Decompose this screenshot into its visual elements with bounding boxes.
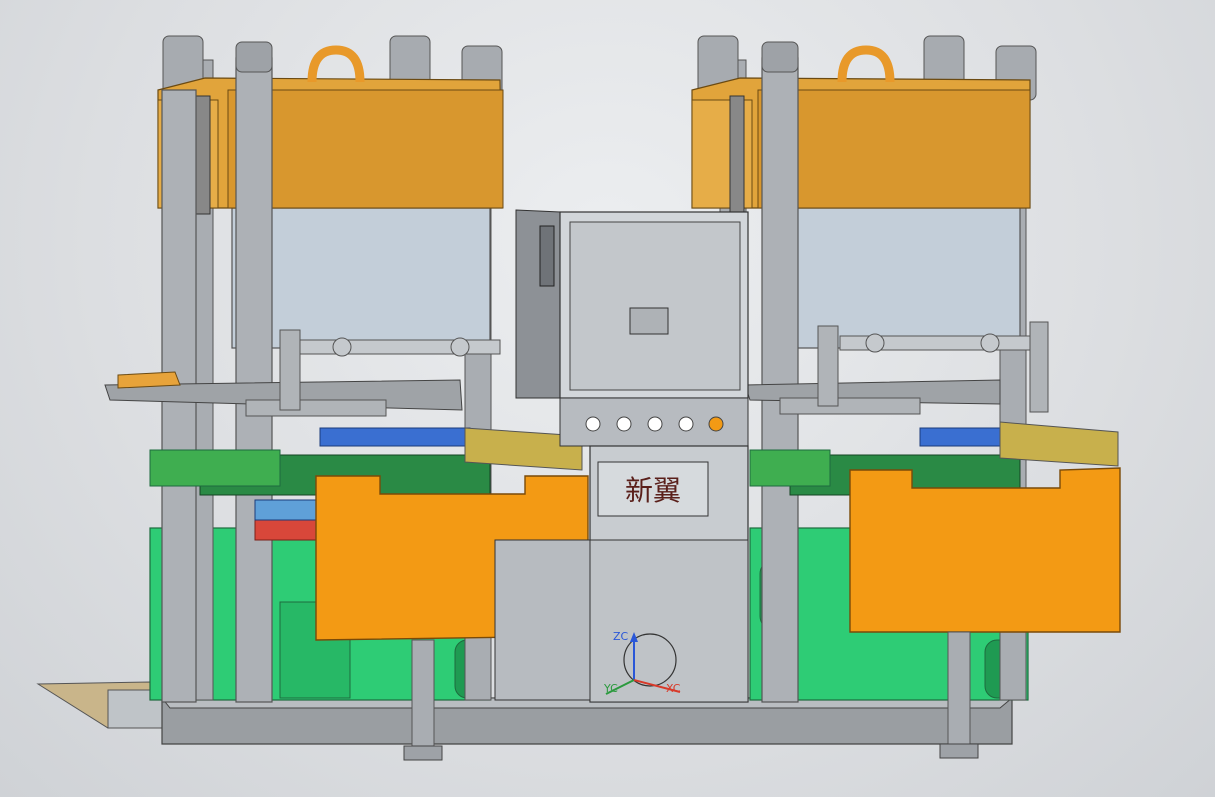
emergency-stop-button[interactable] <box>708 416 724 432</box>
right-press-unit[interactable] <box>691 35 1121 759</box>
axis-label-y: YC <box>603 682 618 695</box>
control-button-3[interactable] <box>647 416 663 432</box>
control-button-2[interactable] <box>616 416 632 432</box>
brand-plate-text: 新翼 <box>625 474 681 507</box>
control-button-1[interactable] <box>585 416 601 432</box>
cad-viewport[interactable]: 新翼 ZC YC XC <box>0 0 1215 797</box>
control-button-4[interactable] <box>678 416 694 432</box>
axis-label-x: XC <box>666 682 681 695</box>
axis-label-z: ZC <box>613 630 629 643</box>
press-model[interactable]: 新翼 ZC YC XC <box>0 0 1215 797</box>
right-safety-guard[interactable] <box>849 467 1121 633</box>
